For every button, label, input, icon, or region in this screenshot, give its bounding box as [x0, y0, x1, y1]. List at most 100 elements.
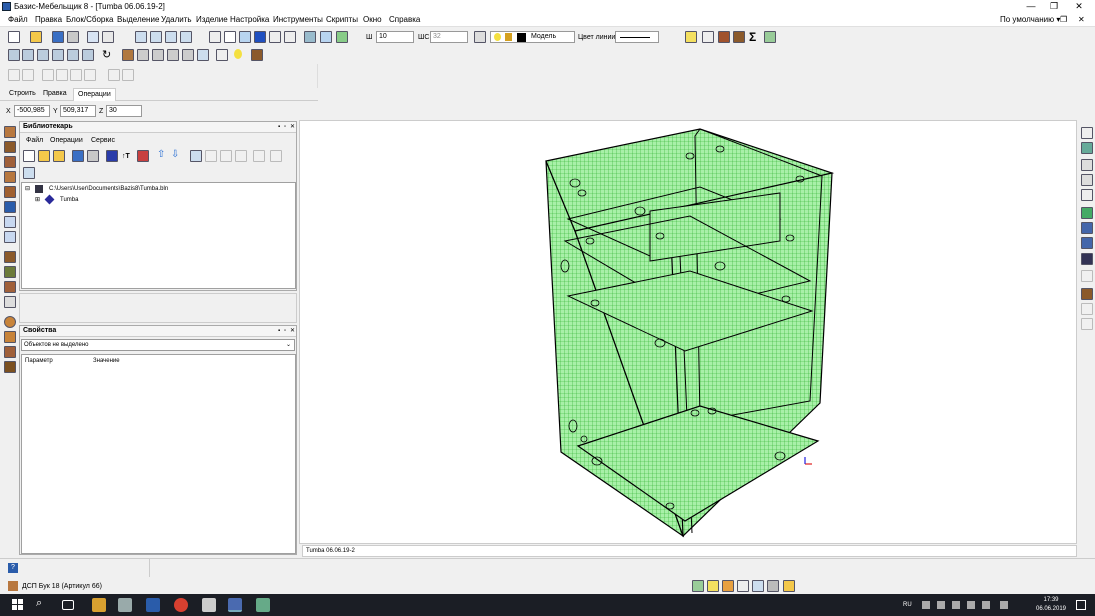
block-create-icon[interactable]	[22, 49, 34, 61]
help-icon[interactable]: ?	[8, 563, 18, 573]
tree-expand-toggle[interactable]: ⊞	[35, 196, 40, 204]
status-6-icon[interactable]	[767, 580, 779, 592]
restore-button[interactable]: ❐	[1043, 0, 1065, 13]
menu-window[interactable]: Окно	[363, 15, 382, 25]
r-layer-2-icon[interactable]	[1081, 222, 1093, 234]
v-round-icon[interactable]	[4, 316, 16, 328]
v-box-icon[interactable]	[4, 346, 16, 358]
lib-rename-icon[interactable]: ↑T	[122, 152, 130, 161]
minimize-button[interactable]: —	[1020, 0, 1042, 13]
doc-close-button[interactable]: ✕	[1078, 15, 1085, 25]
note-icon[interactable]	[685, 31, 697, 43]
sum-icon[interactable]: Σ	[749, 30, 756, 44]
menu-scripts[interactable]: Скрипты	[326, 15, 358, 25]
status-1-icon[interactable]	[692, 580, 704, 592]
material-icon[interactable]	[718, 31, 730, 43]
app-extra-icon[interactable]	[256, 598, 270, 612]
chrome-icon[interactable]	[174, 598, 188, 612]
zoom-icon[interactable]	[165, 31, 177, 43]
tree-item-tumba[interactable]: Tumba	[60, 196, 78, 204]
lib-component-icon[interactable]	[106, 150, 118, 162]
lib-search-icon[interactable]	[23, 167, 35, 179]
tab-build[interactable]: Строить	[9, 89, 36, 99]
v-door-icon[interactable]	[4, 251, 16, 263]
v-profile-icon[interactable]	[4, 186, 16, 198]
v-hinge-icon[interactable]	[4, 296, 16, 308]
lib-new-icon[interactable]	[23, 150, 35, 162]
shs-field[interactable]: 32	[430, 31, 468, 43]
workspace-dropdown[interactable]: По умолчанию ▾	[1000, 15, 1060, 25]
zoom-window-icon[interactable]	[135, 31, 147, 43]
block-icon[interactable]	[8, 49, 20, 61]
menu-help[interactable]: Справка	[389, 15, 420, 25]
tray-1-icon[interactable]	[922, 601, 930, 609]
menu-file[interactable]: Файл	[8, 15, 28, 25]
line-type-select[interactable]	[615, 31, 659, 43]
v-panel-icon[interactable]	[4, 126, 16, 138]
x-field[interactable]: -500,985	[14, 105, 50, 117]
lib-menu-service[interactable]: Сервис	[91, 136, 115, 145]
properties-pin-button[interactable]: ▪	[278, 327, 280, 335]
lib-save-icon[interactable]	[72, 150, 84, 162]
view-icon[interactable]	[304, 31, 316, 43]
librarian-close-button[interactable]: ✕	[290, 123, 295, 131]
tab-operations[interactable]: Операции	[73, 88, 116, 101]
volume-icon[interactable]	[1000, 601, 1008, 609]
document-tab[interactable]: Tumba 06.06.19-2	[306, 547, 355, 555]
r-material-icon[interactable]	[1081, 288, 1093, 300]
camera-icon[interactable]	[320, 31, 332, 43]
tree-library-path[interactable]: C:\Users\User\Documents\Bazis8\Tumba.bln	[49, 185, 168, 193]
lib-print-icon[interactable]	[87, 150, 99, 162]
explorer-icon[interactable]	[92, 598, 106, 612]
bazis-icon[interactable]	[146, 598, 160, 612]
lib-up-icon[interactable]: ⇧	[157, 149, 165, 160]
line-tool-icon[interactable]	[269, 31, 281, 43]
v-fastener-icon[interactable]	[4, 201, 16, 213]
block-close-icon[interactable]	[67, 49, 79, 61]
properties-restore-button[interactable]: ▫	[284, 327, 286, 335]
cut-icon[interactable]	[702, 31, 714, 43]
report-icon[interactable]	[764, 31, 776, 43]
layer-select[interactable]: Модель	[490, 31, 575, 43]
search-icon[interactable]: ⌕	[36, 597, 42, 610]
v-front-panel-icon[interactable]	[4, 171, 16, 183]
new-file-icon[interactable]	[8, 31, 20, 43]
v-arch-icon[interactable]	[4, 266, 16, 278]
snap-icon[interactable]	[209, 31, 221, 43]
width-field[interactable]: 10	[376, 31, 414, 43]
panel-icon[interactable]	[122, 49, 134, 61]
librarian-restore-button[interactable]: ▫	[284, 123, 286, 131]
block-explode-icon[interactable]	[82, 49, 94, 61]
r-view-top-icon[interactable]	[1081, 142, 1093, 154]
r-view-side-icon[interactable]	[1081, 159, 1093, 171]
block-open-icon[interactable]	[52, 49, 64, 61]
save-icon[interactable]	[52, 31, 64, 43]
clock-date[interactable]: 06.06.2019	[1032, 605, 1070, 613]
magnet-icon[interactable]	[254, 31, 266, 43]
lock-icon[interactable]	[505, 33, 512, 41]
menu-edit[interactable]: Правка	[35, 15, 62, 25]
r-dim-icon[interactable]	[1081, 189, 1093, 201]
bazis-active-icon[interactable]	[228, 598, 242, 612]
lib-open-icon[interactable]	[38, 150, 50, 162]
light-bulb-icon[interactable]	[494, 33, 501, 41]
doc-restore-button[interactable]: ❐	[1060, 15, 1067, 25]
tray-3-icon[interactable]	[952, 601, 960, 609]
3d-viewport[interactable]	[299, 120, 1077, 544]
panel-view-icon[interactable]	[197, 49, 209, 61]
task-view-icon[interactable]	[62, 600, 74, 610]
v-stack-icon[interactable]	[4, 361, 16, 373]
material-icon[interactable]	[8, 581, 18, 591]
redo-icon[interactable]	[102, 31, 114, 43]
menu-block[interactable]: Блок/Сборка	[66, 15, 113, 25]
block-edit-icon[interactable]	[37, 49, 49, 61]
status-4-icon[interactable]	[737, 580, 749, 592]
lib-export-icon[interactable]	[190, 150, 202, 162]
status-7-icon[interactable]	[783, 580, 795, 592]
lib-add-icon[interactable]	[53, 150, 65, 162]
r-view-iso-icon[interactable]	[1081, 174, 1093, 186]
menu-settings[interactable]: Настройка	[230, 15, 269, 25]
view-3d-icon[interactable]	[216, 49, 228, 61]
open-folder-icon[interactable]	[30, 31, 42, 43]
measure-icon[interactable]	[284, 31, 296, 43]
